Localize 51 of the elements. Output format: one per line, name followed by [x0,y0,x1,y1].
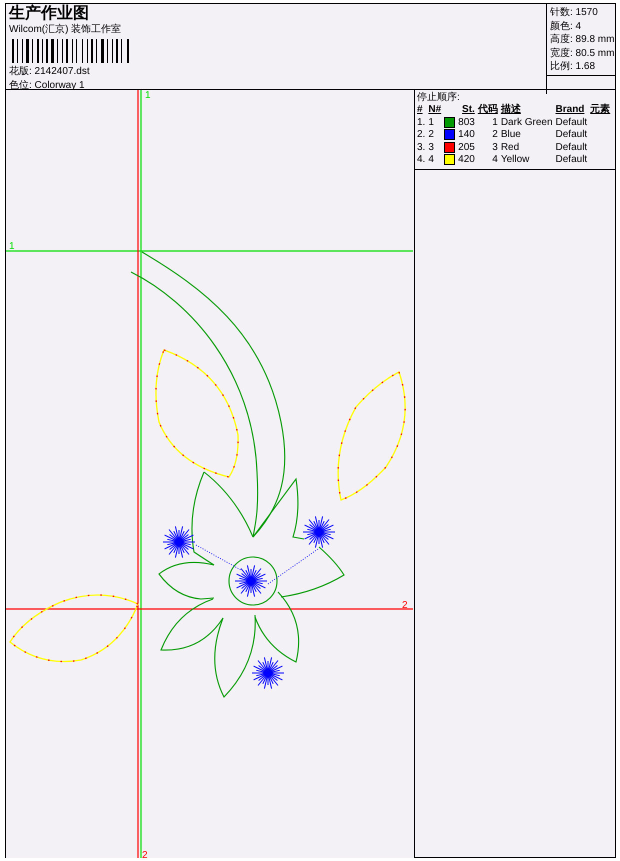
table-cell: 2 [428,129,444,142]
column-header: 代码 [478,104,501,116]
table-cell: 4 [478,154,501,168]
table-cell-text: 140 [458,129,476,142]
table-cell-text: Red [500,142,520,154]
stat-label: 颜色: 4 [550,20,582,33]
starburst-stitch-drawing [302,516,336,548]
table-cell-text: 3 [491,142,499,154]
table-cell-text: 420 [458,154,476,168]
column-header: # [417,104,428,116]
table-cell: 2. [417,129,428,142]
table-cell-text: 1 [491,116,499,130]
column-header: Brand [556,104,590,116]
table-cell: 4 [428,154,444,168]
table-cell-text: Dark Green [500,116,554,130]
stop-sequence-title: 停止顺序: [417,91,461,104]
design-file-label: 花版: 2142407.dst [9,65,91,79]
table-cell-text: 205 [458,142,476,154]
table-cell-text: Default [556,116,588,130]
table-cell: 1 [428,116,444,130]
starburst-stitch-drawing [234,564,268,598]
table-cell-text: 803 [458,116,476,130]
column-header: St. [444,104,478,116]
stat-label: 比例: 1.68 [550,60,596,74]
table-cell: 4. [417,154,428,168]
table-cell-text: 1. [417,116,426,130]
stat-label: 宽度: 80.5 mm [550,46,612,60]
table-cell-text: Default [556,154,588,168]
column-header: 描述 [500,104,556,116]
table-cell: 3 [428,142,444,154]
colorway-label: 色位: Colorway 1 [9,79,86,93]
sheet-title: 生产作业图 [9,5,90,23]
column-header: 元素 [590,104,612,116]
table-cell-text: Blue [500,129,522,142]
guide-label: 2 [402,600,408,611]
guide-label: 2 [142,850,148,858]
guide-label: 1 [9,241,15,252]
stat-label: 高度: 89.8 mm [550,33,612,46]
company-name: Wilcom(汇京) 装饰工作室 [9,23,122,37]
table-cell-text: Yellow [500,154,530,168]
guide-label: 1 [145,90,151,101]
table-cell: 3. [417,142,428,154]
stat-label: 针数: 1570 [550,6,599,20]
column-header: N# [428,104,442,116]
jump-stitch-line [196,544,242,570]
table-cell-text: Default [556,142,588,154]
starburst-stitch-drawing [162,526,196,558]
table-cell-text: 2 [491,129,499,142]
table-cell-text: Default [556,129,588,142]
starburst-stitch-drawing [252,656,284,690]
jump-stitch-line [268,548,318,584]
